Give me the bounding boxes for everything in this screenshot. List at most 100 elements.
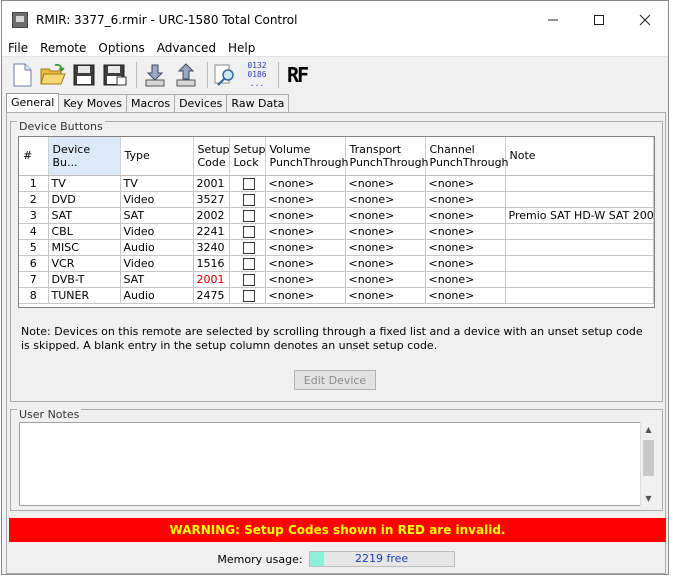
menu-advanced[interactable]: Advanced <box>151 41 222 55</box>
search-button[interactable] <box>212 61 240 89</box>
cell-device-button[interactable]: MISC <box>48 239 121 256</box>
table-row[interactable]: 8 TUNER Audio 2475 <none> <none> <none> <box>19 287 654 304</box>
tab-devices[interactable]: Devices <box>174 94 228 113</box>
cell-type[interactable]: SAT <box>120 207 194 224</box>
cell-channel[interactable]: <none> <box>425 207 506 224</box>
cell-channel[interactable]: <none> <box>425 239 506 256</box>
cell-num[interactable]: 6 <box>19 255 49 272</box>
raw-data-button[interactable]: 0132 0186 ... <box>243 61 271 89</box>
cell-channel[interactable]: <none> <box>425 255 506 272</box>
cell-type[interactable]: Video <box>120 223 194 240</box>
cell-type[interactable]: TV <box>120 175 194 192</box>
col-header-note[interactable]: Note <box>505 137 654 176</box>
cell-note[interactable] <box>505 271 654 288</box>
tab-key-moves[interactable]: Key Moves <box>58 94 128 113</box>
cell-volume[interactable]: <none> <box>265 207 346 224</box>
col-header-volume[interactable]: Volume PunchThrough <box>265 137 349 176</box>
save-as-button[interactable] <box>101 61 129 89</box>
cell-type[interactable]: Video <box>120 255 194 272</box>
col-header-channel[interactable]: Channel PunchThrough <box>425 137 509 176</box>
cell-note[interactable] <box>505 255 654 272</box>
cell-volume[interactable]: <none> <box>265 239 346 256</box>
cell-num[interactable]: 7 <box>19 271 49 288</box>
cell-device-button[interactable]: SAT <box>48 207 121 224</box>
col-header-num[interactable]: # <box>19 137 49 176</box>
cell-channel[interactable]: <none> <box>425 223 506 240</box>
setup-lock-checkbox[interactable] <box>242 225 255 238</box>
cell-device-button[interactable]: DVD <box>48 191 121 208</box>
cell-setup-lock[interactable] <box>229 175 266 192</box>
setup-lock-checkbox[interactable] <box>242 257 255 270</box>
cell-note[interactable] <box>505 223 654 240</box>
cell-setup-code[interactable]: 2475 <box>193 287 230 304</box>
setup-lock-checkbox[interactable] <box>242 177 255 190</box>
table-row[interactable]: 6 VCR Video 1516 <none> <none> <none> <box>19 255 654 272</box>
cell-setup-lock[interactable] <box>229 271 266 288</box>
table-row[interactable]: 1 TV TV 2001 <none> <none> <none> <box>19 175 654 192</box>
cell-setup-lock[interactable] <box>229 191 266 208</box>
cell-note[interactable] <box>505 287 654 304</box>
cell-setup-code[interactable]: 2001 <box>193 271 230 288</box>
cell-volume[interactable]: <none> <box>265 175 346 192</box>
cell-channel[interactable]: <none> <box>425 287 506 304</box>
setup-lock-checkbox[interactable] <box>242 241 255 254</box>
table-row[interactable]: 3 SAT SAT 2002 <none> <none> <none> Premio SAT … <box>19 207 654 224</box>
table-row[interactable]: 7 DVB-T SAT 2001 <none> <none> <none> <box>19 271 654 288</box>
cell-note[interactable] <box>505 191 654 208</box>
cell-transport[interactable]: <none> <box>345 239 426 256</box>
cell-setup-lock[interactable] <box>229 287 266 304</box>
cell-num[interactable]: 5 <box>19 239 49 256</box>
col-header-setup-code[interactable]: Setup Code <box>193 137 230 176</box>
table-row[interactable]: 5 MISC Audio 3240 <none> <none> <none> <box>19 239 654 256</box>
cell-note[interactable] <box>505 175 654 192</box>
minimize-button[interactable] <box>530 1 576 39</box>
cell-setup-lock[interactable] <box>229 239 266 256</box>
cell-type[interactable]: SAT <box>120 271 194 288</box>
cell-num[interactable]: 3 <box>19 207 49 224</box>
table-row[interactable]: 2 DVD Video 3527 <none> <none> <none> <box>19 191 654 208</box>
download-button[interactable] <box>141 61 169 89</box>
cell-device-button[interactable]: TUNER <box>48 287 121 304</box>
open-button[interactable] <box>39 61 67 89</box>
close-button[interactable] <box>622 1 668 39</box>
cell-setup-code[interactable]: 3240 <box>193 239 230 256</box>
cell-type[interactable]: Audio <box>120 239 194 256</box>
col-header-transport[interactable]: Transport PunchThrough <box>345 137 429 176</box>
cell-type[interactable]: Audio <box>120 287 194 304</box>
cell-device-button[interactable]: CBL <box>48 223 121 240</box>
cell-device-button[interactable]: DVB-T <box>48 271 121 288</box>
cell-channel[interactable]: <none> <box>425 175 506 192</box>
new-button[interactable] <box>8 61 36 89</box>
menu-remote[interactable]: Remote <box>34 41 92 55</box>
rf-button[interactable]: RF <box>283 61 311 89</box>
cell-setup-code[interactable]: 2002 <box>193 207 230 224</box>
setup-lock-checkbox[interactable] <box>242 209 255 222</box>
cell-num[interactable]: 4 <box>19 223 49 240</box>
cell-transport[interactable]: <none> <box>345 255 426 272</box>
cell-note[interactable] <box>505 239 654 256</box>
cell-num[interactable]: 1 <box>19 175 49 192</box>
menu-options[interactable]: Options <box>92 41 150 55</box>
cell-volume[interactable]: <none> <box>265 191 346 208</box>
cell-device-button[interactable]: TV <box>48 175 121 192</box>
cell-transport[interactable]: <none> <box>345 207 426 224</box>
maximize-button[interactable] <box>576 1 622 39</box>
setup-lock-checkbox[interactable] <box>242 193 255 206</box>
cell-setup-code[interactable]: 1516 <box>193 255 230 272</box>
cell-setup-lock[interactable] <box>229 255 266 272</box>
menu-file[interactable]: File <box>2 41 34 55</box>
cell-transport[interactable]: <none> <box>345 223 426 240</box>
edit-device-button[interactable]: Edit Device <box>294 370 376 390</box>
cell-device-button[interactable]: VCR <box>48 255 121 272</box>
cell-channel[interactable]: <none> <box>425 271 506 288</box>
cell-type[interactable]: Video <box>120 191 194 208</box>
col-header-device-button[interactable]: Device Bu... <box>48 137 121 176</box>
col-header-type[interactable]: Type <box>120 137 194 176</box>
cell-channel[interactable]: <none> <box>425 191 506 208</box>
cell-volume[interactable]: <none> <box>265 223 346 240</box>
tab-macros[interactable]: Macros <box>126 94 176 113</box>
col-header-setup-lock[interactable]: Setup Lock <box>229 137 266 176</box>
cell-volume[interactable]: <none> <box>265 271 346 288</box>
cell-num[interactable]: 2 <box>19 191 49 208</box>
cell-note[interactable]: Premio SAT HD-W SAT 2002 <box>505 207 654 224</box>
